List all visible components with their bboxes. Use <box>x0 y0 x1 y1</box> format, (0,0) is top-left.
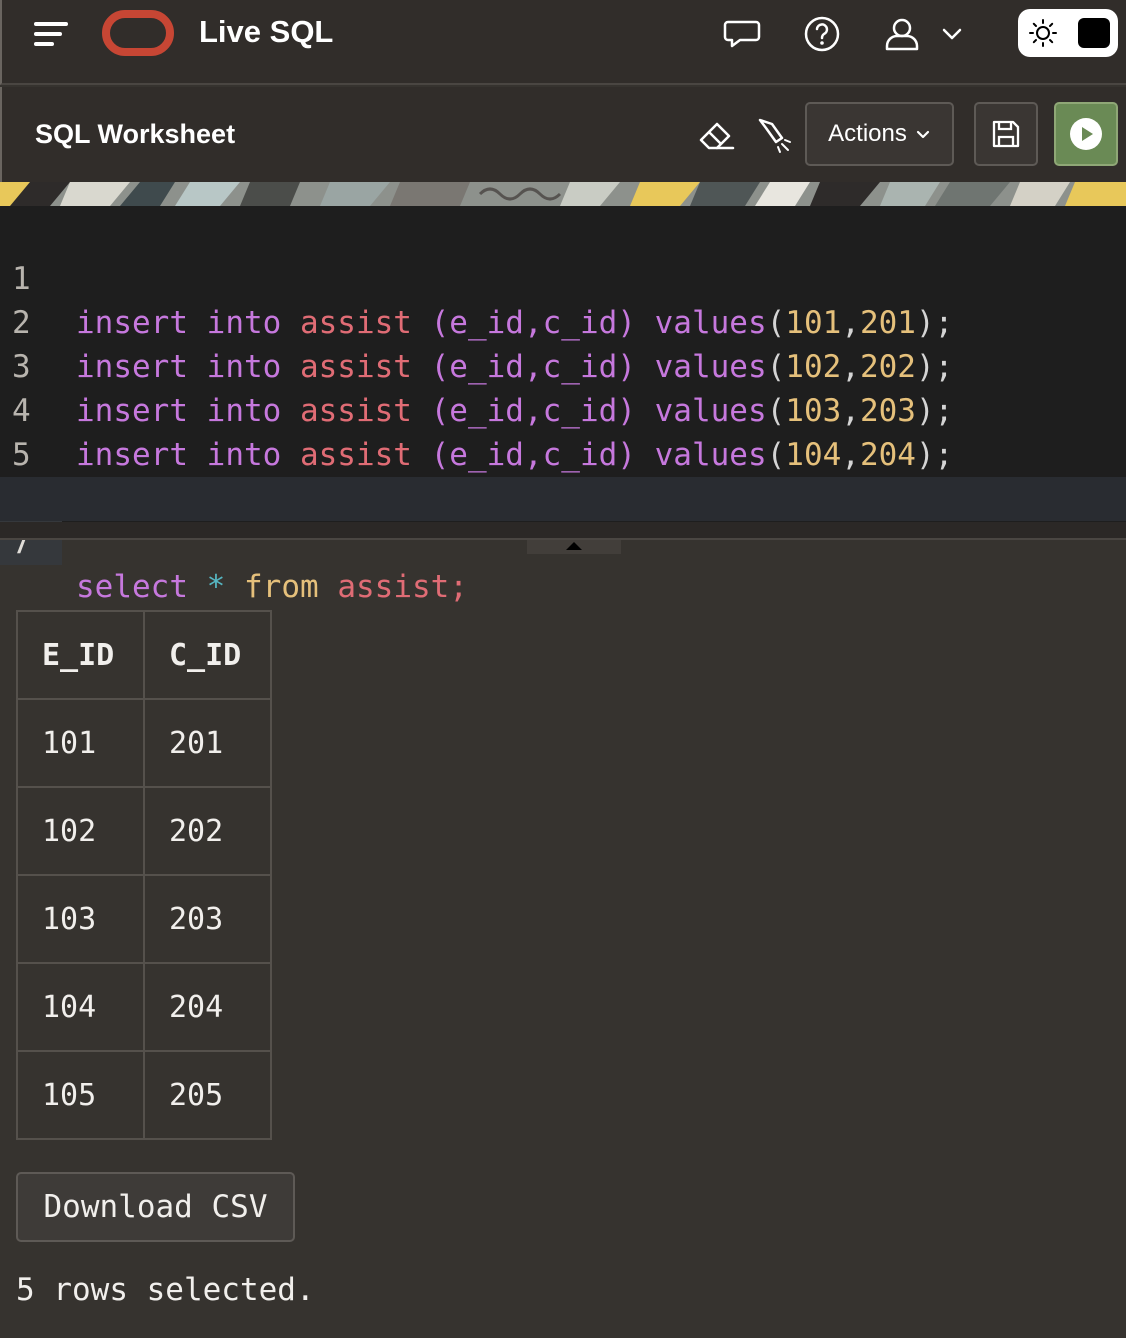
table-header-row: E_ID C_ID <box>16 610 272 700</box>
save-icon <box>992 120 1020 148</box>
code-line: 1 insert into assist (e_id,c_id) values(… <box>0 213 1126 341</box>
sql-editor[interactable]: 1 insert into assist (e_id,c_id) values(… <box>0 206 1126 605</box>
table-cell: 203 <box>143 874 272 964</box>
play-icon <box>1070 118 1102 150</box>
code-line: 6 <box>0 433 1126 517</box>
worksheet-title: SQL Worksheet <box>35 119 236 149</box>
decorative-banner <box>0 182 1126 206</box>
app-title: Live SQL <box>199 14 334 49</box>
collapse-handle[interactable] <box>527 540 621 554</box>
run-button[interactable] <box>1054 102 1118 166</box>
top-header: Live SQL <box>0 0 1126 85</box>
table-row: 102 202 <box>16 786 272 876</box>
menu-icon[interactable] <box>34 20 70 48</box>
user-icon[interactable] <box>882 14 922 54</box>
dark-mode-swatch[interactable] <box>1078 18 1110 48</box>
oracle-logo[interactable] <box>102 10 174 56</box>
chevron-down-icon <box>916 130 929 139</box>
table-cell: 105 <box>16 1050 145 1140</box>
editor-results-splitter <box>0 522 1126 540</box>
table-cell: 101 <box>16 698 145 788</box>
column-header: E_ID <box>16 610 145 700</box>
table-row: 103 203 <box>16 874 272 964</box>
actions-button[interactable]: Actions <box>805 102 954 166</box>
save-button[interactable] <box>974 102 1038 166</box>
table-cell: 201 <box>143 698 272 788</box>
help-icon[interactable] <box>802 14 842 54</box>
table-cell: 104 <box>16 962 145 1052</box>
table-row: 101 201 <box>16 698 272 788</box>
table-cell: 204 <box>143 962 272 1052</box>
worksheet-toolbar: SQL Worksheet Actions <box>0 87 1126 182</box>
code-line: 4 insert into assist (e_id,c_id) values(… <box>0 345 1126 473</box>
column-header: C_ID <box>143 610 272 700</box>
chevron-down-icon[interactable] <box>936 18 968 50</box>
sun-icon <box>1029 19 1057 47</box>
chat-icon[interactable] <box>722 14 762 54</box>
table-row: 105 205 <box>16 1050 272 1140</box>
table-cell: 202 <box>143 786 272 876</box>
theme-toggle[interactable] <box>1018 9 1118 57</box>
table-cell: 205 <box>143 1050 272 1140</box>
actions-label: Actions <box>828 120 907 147</box>
eraser-icon[interactable] <box>697 114 737 154</box>
download-csv-button[interactable]: Download CSV <box>16 1172 295 1242</box>
table-cell: 102 <box>16 786 145 876</box>
code-line: 3 insert into assist (e_id,c_id) values(… <box>0 301 1126 429</box>
table-cell: 103 <box>16 874 145 964</box>
rows-selected-status: 5 rows selected. <box>16 1272 315 1308</box>
code-line: 2 insert into assist (e_id,c_id) values(… <box>0 257 1126 385</box>
code-line: 5 insert into assist (e_id,c_id) values(… <box>0 389 1126 517</box>
code-line-active: 7 select * from assist; <box>0 477 1126 605</box>
results-table: E_ID C_ID 101 201 102 202 103 203 104 20… <box>16 610 272 1140</box>
table-row: 104 204 <box>16 962 272 1052</box>
format-code-icon[interactable] <box>754 114 794 154</box>
